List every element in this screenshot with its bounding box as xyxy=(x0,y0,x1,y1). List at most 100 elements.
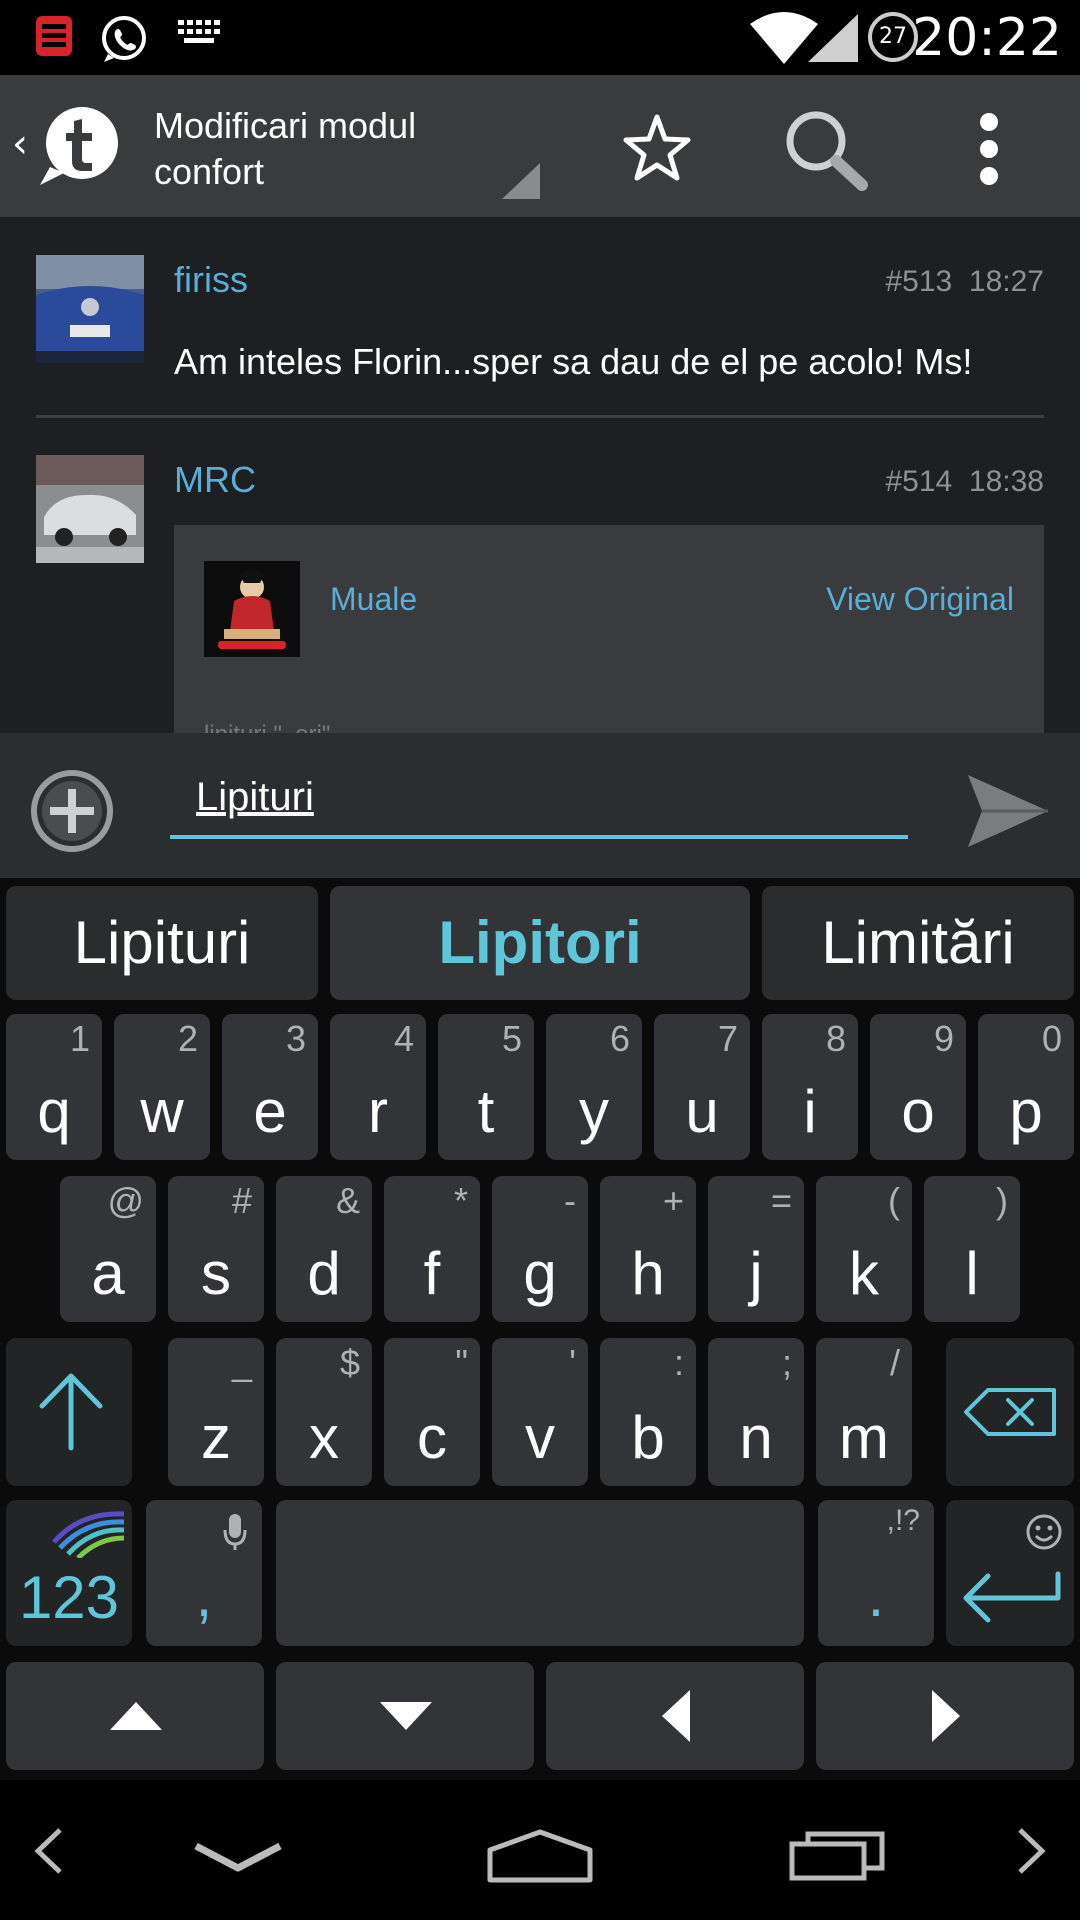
key-d[interactable]: & d xyxy=(276,1176,372,1322)
key-l[interactable]: ) l xyxy=(924,1176,1020,1322)
enter-arrow-icon xyxy=(963,1571,1061,1623)
key-label: d xyxy=(307,1240,341,1307)
key-w[interactable]: 2w xyxy=(114,1014,210,1160)
nav-right-chevron-icon[interactable] xyxy=(1014,1826,1048,1876)
key-o[interactable]: 9o xyxy=(870,1014,966,1160)
key-z[interactable]: _ z xyxy=(168,1338,264,1486)
arrow-up-icon xyxy=(110,1702,162,1730)
status-bar: 27 20:22 xyxy=(0,0,1080,75)
quote-author[interactable]: Muale xyxy=(330,581,417,618)
post-time: 18:38 xyxy=(968,465,1044,498)
key-secondary: " xyxy=(455,1342,468,1383)
key-p[interactable]: 0p xyxy=(978,1014,1074,1160)
whatsapp-icon xyxy=(102,16,146,62)
swiftkey-logo-icon xyxy=(52,1511,125,1558)
key-h[interactable]: + h xyxy=(600,1176,696,1322)
numbers-key[interactable]: 123 xyxy=(6,1500,132,1646)
key-secondary: 4 xyxy=(393,1018,414,1059)
add-attachment-icon[interactable] xyxy=(30,769,114,853)
arrow-down-icon xyxy=(380,1702,432,1730)
post-meta: #514 18:38 xyxy=(886,465,1045,499)
post-feed[interactable]: firiss #513 18:27 Am inteles Florin...sp… xyxy=(0,217,1080,733)
key-j[interactable]: = j xyxy=(708,1176,804,1322)
key-y[interactable]: 6y xyxy=(546,1014,642,1160)
arrow-down-key[interactable] xyxy=(276,1662,534,1770)
post-author[interactable]: MRC xyxy=(174,459,256,501)
suggestion-1[interactable]: Lipituri xyxy=(6,886,318,1000)
app-icon xyxy=(36,16,72,56)
enter-key[interactable] xyxy=(946,1500,1074,1646)
key-g[interactable]: -g xyxy=(492,1176,588,1322)
star-icon[interactable] xyxy=(622,113,692,183)
key-label: m xyxy=(839,1404,889,1471)
comma-key[interactable]: , xyxy=(146,1500,262,1646)
key-r[interactable]: 4r xyxy=(330,1014,426,1160)
hide-keyboard-icon[interactable] xyxy=(192,1840,284,1876)
key-secondary: * xyxy=(453,1180,468,1221)
key-label: n xyxy=(739,1404,773,1471)
avatar[interactable] xyxy=(36,255,144,363)
key-k[interactable]: (k xyxy=(816,1176,912,1322)
key-c[interactable]: " c xyxy=(384,1338,480,1486)
key-label: z xyxy=(201,1404,231,1471)
key-s[interactable]: # s xyxy=(168,1176,264,1322)
key-i[interactable]: 8i xyxy=(762,1014,858,1160)
quote-block: Muale View Original lipituri "..ori" xyxy=(174,525,1044,733)
key-q[interactable]: 1q xyxy=(6,1014,102,1160)
comma-label: , xyxy=(195,1562,213,1629)
arrow-up-key[interactable] xyxy=(6,1662,264,1770)
quote-avatar[interactable] xyxy=(204,561,300,657)
key-u[interactable]: 7u xyxy=(654,1014,750,1160)
thread-title[interactable]: Modificari modul confort xyxy=(154,103,494,195)
home-icon[interactable] xyxy=(484,1826,596,1886)
send-icon[interactable] xyxy=(966,773,1050,849)
reply-input[interactable]: Lipituri xyxy=(170,767,908,839)
key-secondary: ( xyxy=(888,1180,900,1221)
key-secondary: ; xyxy=(781,1342,792,1383)
view-original-link[interactable]: View Original xyxy=(826,581,1014,618)
key-x[interactable]: $ x xyxy=(276,1338,372,1486)
suggestion-2[interactable]: Lipitori xyxy=(330,886,750,1000)
key-e[interactable]: 3e xyxy=(222,1014,318,1160)
key-b[interactable]: :b xyxy=(600,1338,696,1486)
back-chevron-icon[interactable]: ‹ xyxy=(12,121,28,167)
key-n[interactable]: ; n xyxy=(708,1338,804,1486)
post-author[interactable]: firiss xyxy=(174,259,248,301)
key-label: b xyxy=(631,1404,665,1471)
key-a[interactable]: @ a xyxy=(60,1176,156,1322)
key-m[interactable]: / m xyxy=(816,1338,912,1486)
key-label: p xyxy=(1009,1078,1043,1145)
arrow-right-icon xyxy=(932,1690,960,1742)
key-label: l xyxy=(965,1240,979,1307)
nav-left-chevron-icon[interactable] xyxy=(32,1826,66,1876)
tapatalk-logo-icon[interactable] xyxy=(36,103,122,189)
reply-composer: Lipituri xyxy=(0,733,1080,878)
more-vertical-icon[interactable] xyxy=(980,113,1000,185)
avatar[interactable] xyxy=(36,455,144,563)
suggestion-3[interactable]: Limitări xyxy=(762,886,1074,1000)
navigation-bar xyxy=(0,1780,1080,1920)
post-number: #514 xyxy=(885,465,953,498)
key-v[interactable]: ' v xyxy=(492,1338,588,1486)
arrow-left-key[interactable] xyxy=(546,1662,804,1770)
backspace-key[interactable] xyxy=(946,1338,1074,1486)
space-key[interactable] xyxy=(276,1500,804,1646)
recent-apps-icon[interactable] xyxy=(788,1826,892,1882)
key-secondary: = xyxy=(770,1180,792,1221)
search-icon[interactable] xyxy=(782,107,872,197)
reply-input-value: Lipituri xyxy=(196,775,314,819)
arrow-right-key[interactable] xyxy=(816,1662,1074,1770)
shift-arrow-icon xyxy=(39,1373,103,1451)
dropdown-triangle-icon[interactable] xyxy=(502,163,540,199)
key-secondary: : xyxy=(673,1342,684,1383)
key-t[interactable]: 5t xyxy=(438,1014,534,1160)
key-label: e xyxy=(253,1078,287,1145)
key-f[interactable]: * f xyxy=(384,1176,480,1322)
key-label: r xyxy=(368,1078,388,1145)
app-bar: ‹ Modificari modul confort xyxy=(0,75,1080,217)
shift-key[interactable] xyxy=(6,1338,132,1486)
signal-icon xyxy=(808,14,858,62)
period-key[interactable]: ,!? . xyxy=(818,1500,934,1646)
key-label: k xyxy=(849,1240,879,1307)
microphone-icon xyxy=(223,1514,247,1550)
